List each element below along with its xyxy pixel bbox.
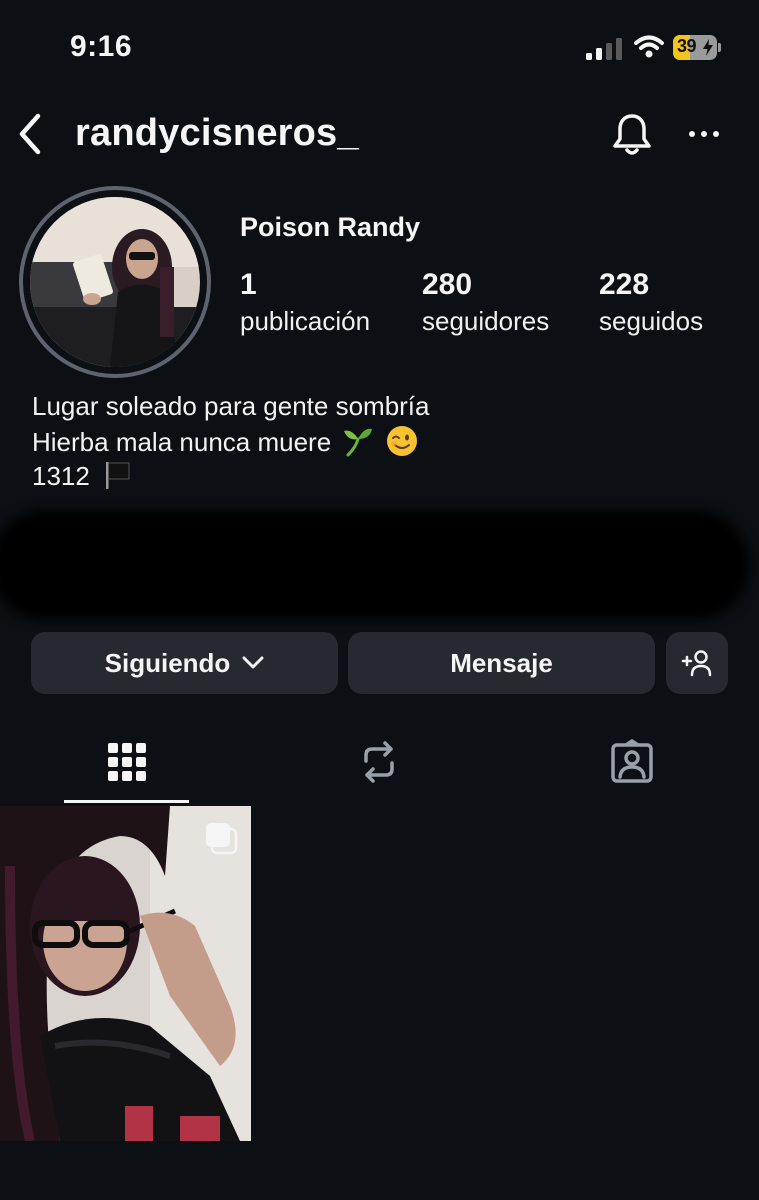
bio-line-2: Hierba mala nunca muere <box>32 425 418 458</box>
message-button[interactable]: Mensaje <box>348 632 655 694</box>
black-flag-emoji-icon <box>106 462 130 489</box>
suggested-accounts-button[interactable] <box>666 632 728 694</box>
seedling-emoji-icon <box>344 428 373 457</box>
bio-line-3: 1312 <box>32 459 133 492</box>
battery-indicator: 39 <box>673 35 721 60</box>
back-button[interactable] <box>14 112 46 156</box>
following-button-label: Siguiendo <box>104 647 231 678</box>
charging-bolt-icon <box>703 39 713 56</box>
winking-face-emoji-icon <box>386 426 417 456</box>
chevron-down-icon <box>242 656 264 669</box>
profile-username: randycisneros_ <box>75 112 359 154</box>
posts-count: 1 <box>240 268 257 301</box>
multiple-photos-icon <box>206 823 238 855</box>
following-label: seguidos <box>599 306 704 336</box>
following-stat[interactable]: 228 seguidos <box>599 268 703 337</box>
more-options-button[interactable] <box>688 124 720 144</box>
bio-text-2: Hierba mala nunca muere <box>32 427 332 457</box>
post-photo <box>0 806 251 1141</box>
wifi-icon <box>634 35 664 58</box>
bell-icon[interactable] <box>611 112 653 158</box>
following-button[interactable]: Siguiendo <box>31 632 338 694</box>
add-person-icon <box>681 650 712 677</box>
reels-repost-icon[interactable] <box>356 739 402 785</box>
followers-count: 280 <box>422 268 473 301</box>
display-name: Poison Randy <box>240 212 421 242</box>
bio-text-3: 1312 <box>32 461 90 491</box>
battery-percent: 39 <box>677 36 697 56</box>
tagged-icon[interactable] <box>609 739 655 785</box>
bio-text-1: Lugar soleado para gente sombría <box>32 391 430 421</box>
status-time: 9:16 <box>70 30 133 63</box>
post-thumbnail[interactable] <box>0 806 251 1141</box>
redacted-followed-by <box>0 510 750 620</box>
posts-count-stat[interactable]: 1 publicación <box>240 268 370 337</box>
cellular-signal-icon <box>586 38 622 60</box>
avatar-photo <box>30 197 200 367</box>
following-count: 228 <box>599 268 650 301</box>
active-tab-indicator <box>64 800 189 803</box>
bio-line-1: Lugar soleado para gente sombría <box>32 391 430 422</box>
grid-icon[interactable] <box>104 739 150 785</box>
posts-label: publicación <box>240 306 371 336</box>
message-button-label: Mensaje <box>450 647 553 678</box>
avatar[interactable] <box>30 197 200 367</box>
followers-label: seguidores <box>422 306 550 336</box>
followers-stat[interactable]: 280 seguidores <box>422 268 549 337</box>
